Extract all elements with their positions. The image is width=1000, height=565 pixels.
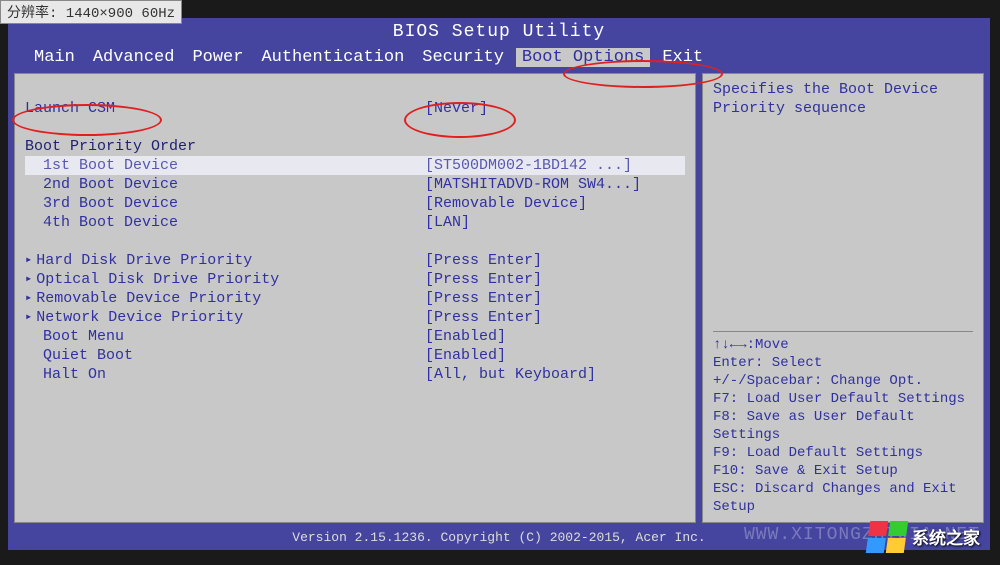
boot-priority-header: Boot Priority Order	[25, 137, 685, 156]
boot-menu-value[interactable]: [Enabled]	[425, 327, 685, 346]
menu-boot-options[interactable]: Boot Options	[516, 48, 650, 67]
network-priority-value[interactable]: [Press Enter]	[425, 308, 685, 327]
key-select: Enter: Select	[713, 354, 973, 372]
quiet-boot-row[interactable]: Quiet Boot [Enabled]	[25, 346, 685, 365]
boot-device-3-value[interactable]: [Removable Device]	[425, 194, 685, 213]
key-move: ↑↓←→:Move	[713, 336, 973, 354]
boot-device-2-value[interactable]: [MATSHITADVD-ROM SW4...]	[425, 175, 685, 194]
boot-device-1[interactable]: 1st Boot Device [ST500DM002-1BD142 ...]	[25, 156, 685, 175]
optical-priority[interactable]: Optical Disk Drive Priority [Press Enter…	[25, 270, 685, 289]
launch-csm-value[interactable]: [Never]	[425, 99, 685, 118]
key-change: +/-/Spacebar: Change Opt.	[713, 372, 973, 390]
menu-authentication[interactable]: Authentication	[255, 48, 410, 67]
logo-text: 系统之家	[912, 524, 980, 550]
network-priority[interactable]: Network Device Priority [Press Enter]	[25, 308, 685, 327]
help-description-1: Specifies the Boot Device	[713, 80, 973, 99]
network-priority-label: Network Device Priority	[25, 308, 425, 327]
bios-screen: BIOS Setup Utility Main Advanced Power A…	[8, 18, 990, 550]
key-f7: F7: Load User Default Settings	[713, 390, 973, 408]
help-panel: Specifies the Boot Device Priority seque…	[702, 73, 984, 523]
optical-priority-label: Optical Disk Drive Priority	[25, 270, 425, 289]
help-description-2: Priority sequence	[713, 99, 973, 118]
boot-device-3-label: 3rd Boot Device	[25, 194, 425, 213]
windows-flag-icon	[866, 521, 908, 553]
boot-device-4-label: 4th Boot Device	[25, 213, 425, 232]
menu-main[interactable]: Main	[28, 48, 81, 67]
settings-panel: Launch CSM [Never] Boot Priority Order 1…	[14, 73, 696, 523]
boot-device-4[interactable]: 4th Boot Device [LAN]	[25, 213, 685, 232]
removable-priority-value[interactable]: [Press Enter]	[425, 289, 685, 308]
halt-on-value[interactable]: [All, but Keyboard]	[425, 365, 685, 384]
optical-priority-value[interactable]: [Press Enter]	[425, 270, 685, 289]
boot-device-1-value[interactable]: [ST500DM002-1BD142 ...]	[425, 156, 685, 175]
boot-device-2-label: 2nd Boot Device	[25, 175, 425, 194]
boot-menu-label: Boot Menu	[25, 327, 425, 346]
boot-device-2[interactable]: 2nd Boot Device [MATSHITADVD-ROM SW4...]	[25, 175, 685, 194]
key-f9: F9: Load Default Settings	[713, 444, 973, 462]
quiet-boot-value[interactable]: [Enabled]	[425, 346, 685, 365]
menu-security[interactable]: Security	[416, 48, 510, 67]
bios-footer: Version 2.15.1236. Copyright (C) 2002-20…	[8, 527, 990, 550]
removable-priority[interactable]: Removable Device Priority [Press Enter]	[25, 289, 685, 308]
menu-exit[interactable]: Exit	[656, 48, 709, 67]
hdd-priority[interactable]: Hard Disk Drive Priority [Press Enter]	[25, 251, 685, 270]
halt-on-label: Halt On	[25, 365, 425, 384]
site-logo: 系统之家	[868, 521, 980, 553]
menu-bar: Main Advanced Power Authentication Secur…	[8, 44, 990, 73]
removable-priority-label: Removable Device Priority	[25, 289, 425, 308]
menu-advanced[interactable]: Advanced	[87, 48, 181, 67]
boot-device-3[interactable]: 3rd Boot Device [Removable Device]	[25, 194, 685, 213]
quiet-boot-label: Quiet Boot	[25, 346, 425, 365]
monitor-resolution-label: 分辨率: 1440×900 60Hz	[0, 0, 182, 24]
boot-device-1-label: 1st Boot Device	[25, 156, 425, 175]
key-f8-cont: Settings	[713, 426, 973, 444]
boot-menu-row[interactable]: Boot Menu [Enabled]	[25, 327, 685, 346]
halt-on-row[interactable]: Halt On [All, but Keyboard]	[25, 365, 685, 384]
launch-csm-row[interactable]: Launch CSM [Never]	[25, 99, 685, 118]
key-help: ↑↓←→:Move Enter: Select +/-/Spacebar: Ch…	[713, 331, 973, 516]
key-esc-cont: Setup	[713, 498, 973, 516]
key-f10: F10: Save & Exit Setup	[713, 462, 973, 480]
key-f8: F8: Save as User Default	[713, 408, 973, 426]
menu-power[interactable]: Power	[186, 48, 249, 67]
launch-csm-label: Launch CSM	[25, 99, 425, 118]
boot-device-4-value[interactable]: [LAN]	[425, 213, 685, 232]
hdd-priority-label: Hard Disk Drive Priority	[25, 251, 425, 270]
key-esc: ESC: Discard Changes and Exit	[713, 480, 973, 498]
hdd-priority-value[interactable]: [Press Enter]	[425, 251, 685, 270]
